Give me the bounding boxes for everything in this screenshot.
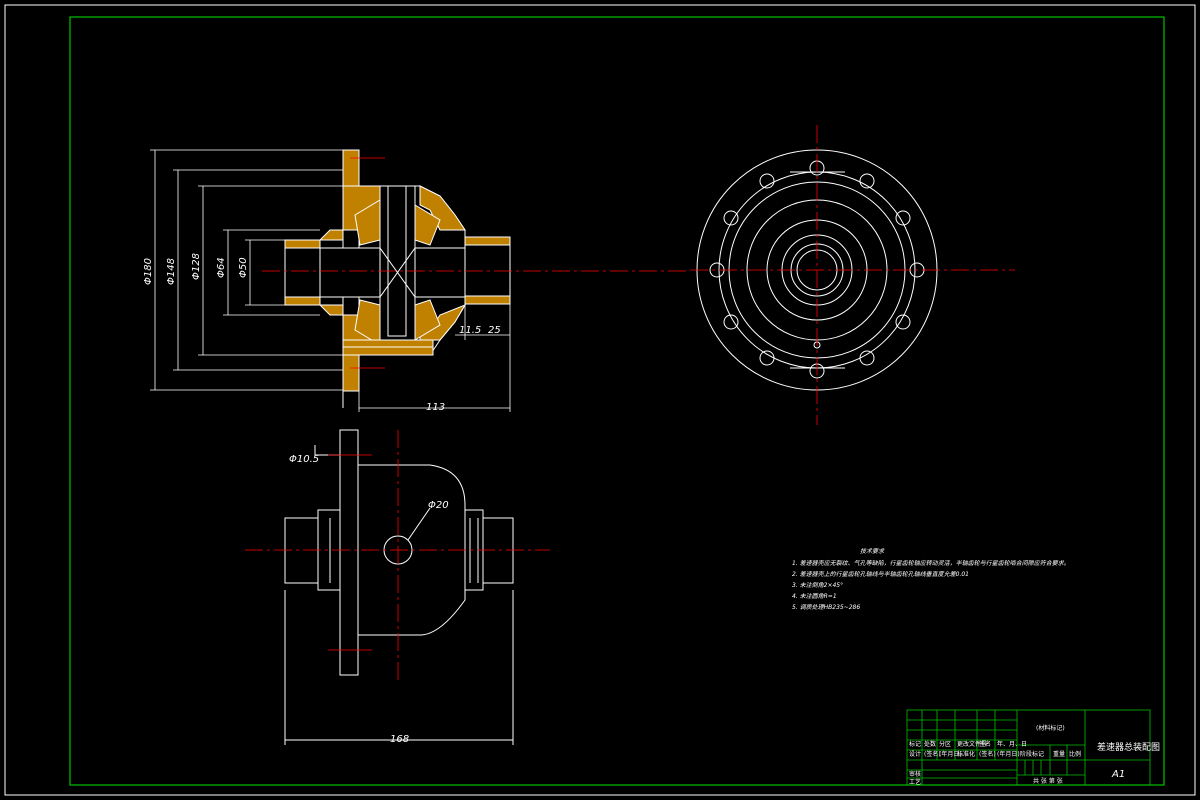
tb-row-cell-3: 签名 xyxy=(979,740,991,748)
tb-sheet-size: A1 xyxy=(1111,769,1125,780)
tb-row-cell2-2: 标准化 xyxy=(957,750,975,758)
tb-row-cell2-4: (年月日) xyxy=(997,750,1020,758)
dim-hole-20: Φ20 xyxy=(428,500,449,511)
top-left-shaft xyxy=(284,517,319,584)
dim-d148: Φ148 xyxy=(166,258,177,285)
tb-row-cell-0: 处数 xyxy=(924,740,936,748)
tb-row-label-1: 设计 xyxy=(909,750,921,758)
top-view xyxy=(284,429,514,745)
outer-border xyxy=(4,4,1196,796)
tb-row-label-0: 标记 xyxy=(909,740,921,748)
tb-row-cell-1: 分区 xyxy=(939,740,951,748)
dim-25: 25 xyxy=(488,325,501,336)
tech-req-title: 技术要求 xyxy=(860,547,885,555)
dim-113: 113 xyxy=(426,402,445,413)
tb-stage-mark: 阶段标记 xyxy=(1020,750,1044,758)
tb-material-mark: (材料标记) xyxy=(1036,724,1065,732)
flange-top xyxy=(342,149,360,187)
drawing-frame xyxy=(69,16,1165,786)
technical-requirements: 技术要求 1. 差速器壳应无裂纹、气孔等缺陷，行星齿轮轴应转动灵活，半轴齿轮与行… xyxy=(792,547,1070,611)
tb-drawing-name: 差速器总装配图 xyxy=(1097,741,1160,753)
dim-d128: Φ128 xyxy=(191,253,202,280)
right-axle xyxy=(414,247,466,298)
dim-d180: Φ180 xyxy=(143,258,154,285)
top-right-shaft xyxy=(482,517,514,584)
flange-bottom xyxy=(342,354,360,392)
dim-d64: Φ64 xyxy=(216,257,227,278)
tech-req-5: 5. 调质处理HB235~286 xyxy=(792,603,860,611)
left-hub xyxy=(284,239,321,306)
tb-row-cell2-3: (签名) xyxy=(979,750,996,758)
dim-hole-10-5: Φ10.5 xyxy=(289,454,319,465)
dim-11-5: 11.5 xyxy=(459,325,481,336)
top-flange xyxy=(339,429,359,676)
tb-row-label-2: 审核 xyxy=(909,770,921,778)
left-axle xyxy=(319,247,381,298)
tb-weight-label: 重量 xyxy=(1053,750,1065,758)
tb-sheet-text: 共 张 第 张 xyxy=(1033,777,1063,785)
dim-168: 168 xyxy=(390,734,409,745)
front-section-view xyxy=(284,149,511,408)
tech-req-1: 1. 差速器壳应无裂纹、气孔等缺陷，行星齿轮轴应转动灵活，半轴齿轮与行星齿轮啮合… xyxy=(792,559,1070,567)
engineering-drawing: Φ180 Φ148 Φ128 Φ64 Φ50 113 11.5 25 Φ10.5… xyxy=(4,4,1196,796)
dim-d50: Φ50 xyxy=(238,257,249,278)
cross-pin xyxy=(387,185,407,337)
right-hub xyxy=(464,236,511,305)
tb-ratio-label: 比例 xyxy=(1069,750,1081,758)
tb-row-cell-4: 年、月、日 xyxy=(997,740,1027,748)
tech-req-2: 2. 差速器壳上的行星齿轮孔轴线与半轴齿轮孔轴线垂直度允差0.01 xyxy=(792,570,969,578)
tech-req-4: 4. 未注圆角R=1 xyxy=(792,592,837,600)
tech-req-3: 3. 未注倒角2×45° xyxy=(792,581,843,589)
tb-row-label-3: 工艺 xyxy=(909,778,921,786)
